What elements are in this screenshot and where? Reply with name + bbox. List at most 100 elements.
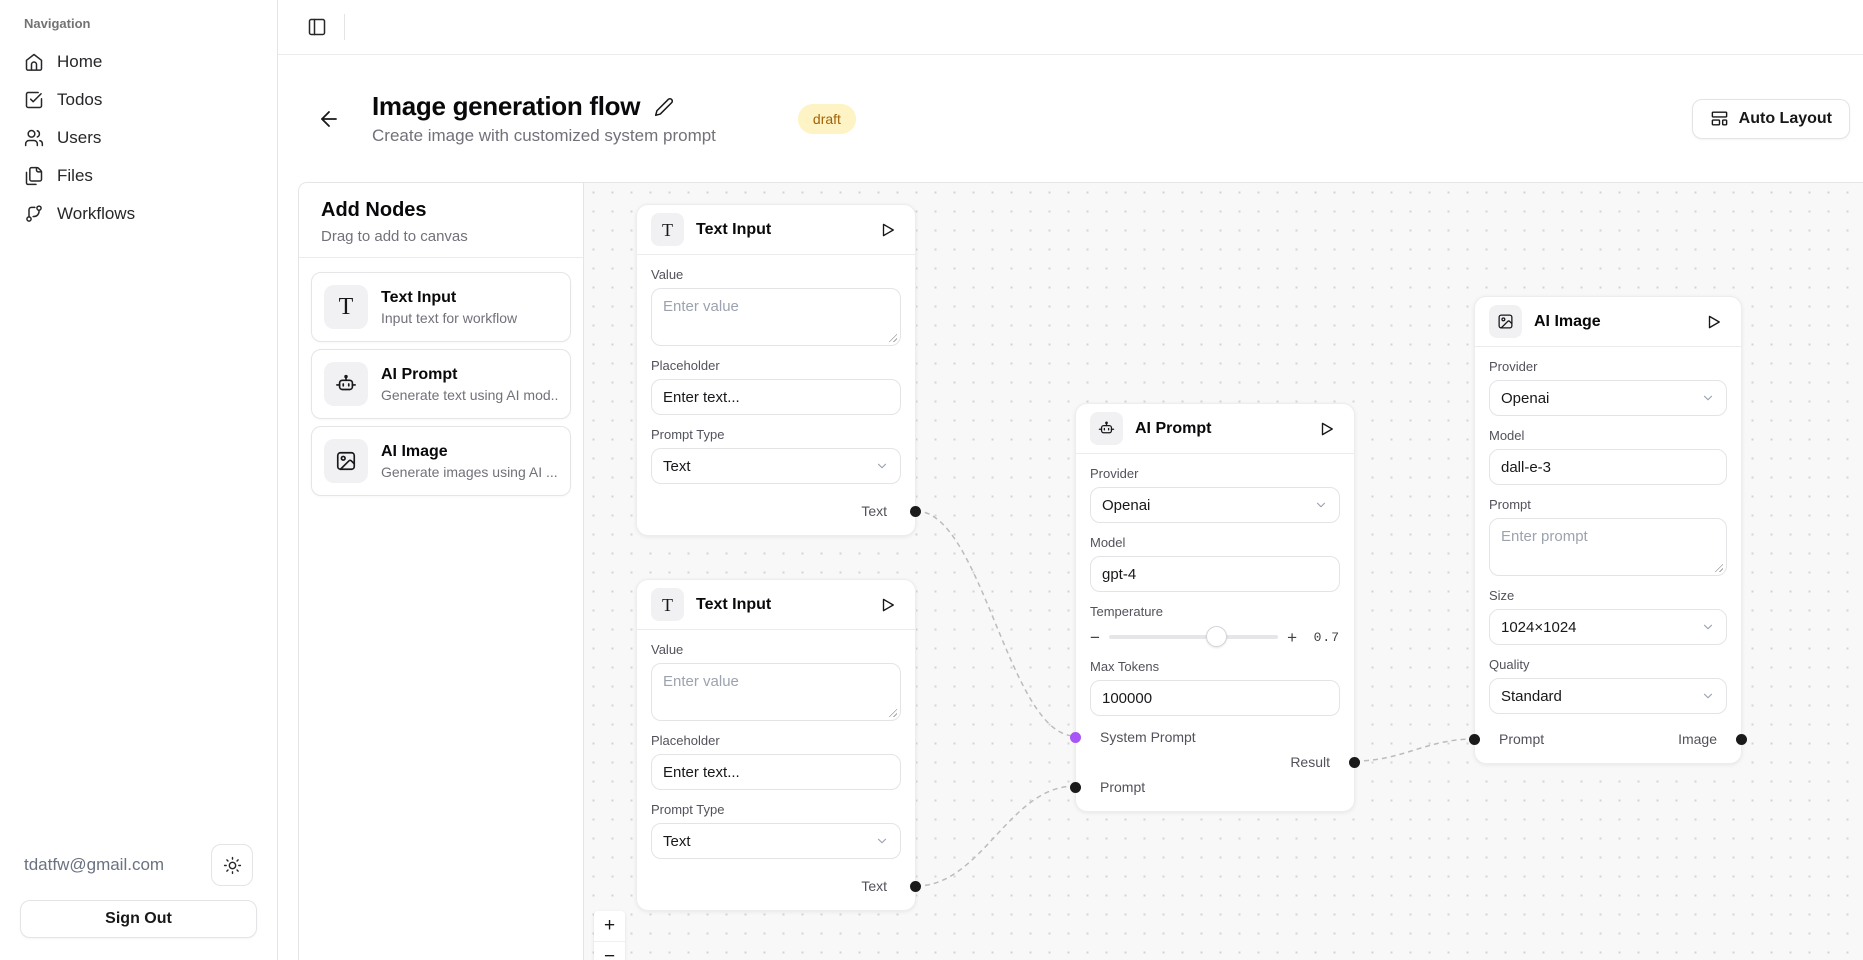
nav-section-label: Navigation: [24, 16, 253, 31]
sign-out-button[interactable]: Sign Out: [20, 900, 257, 938]
image-icon: [1489, 305, 1522, 338]
slider-decrease-button[interactable]: −: [1090, 629, 1100, 646]
back-button[interactable]: [312, 102, 346, 136]
add-nodes-panel: Add Nodes Drag to add to canvas T Text I…: [299, 183, 584, 960]
zoom-controls: + −: [594, 911, 625, 960]
input-handle-system-prompt[interactable]: [1070, 732, 1081, 743]
field-label: Quality: [1489, 657, 1727, 673]
run-node-button[interactable]: [875, 217, 901, 243]
auto-layout-label: Auto Layout: [1739, 110, 1832, 128]
theme-toggle-button[interactable]: [211, 844, 253, 886]
node-header: T Text Input: [637, 580, 915, 630]
add-nodes-title: Add Nodes: [321, 199, 561, 222]
chevron-down-icon: [875, 834, 889, 848]
sidebar-item-home[interactable]: Home: [12, 43, 265, 81]
sidebar-item-label: Files: [57, 166, 93, 186]
sidebar-toggle-button[interactable]: [302, 12, 332, 42]
sidebar-item-label: Workflows: [57, 204, 135, 224]
edge-text1-to-systemprompt: [916, 511, 1075, 736]
field-label: Prompt Type: [651, 802, 901, 818]
play-icon: [1705, 313, 1723, 331]
field-label: Model: [1090, 535, 1340, 551]
bot-icon: [324, 362, 368, 406]
slider-increase-button[interactable]: +: [1287, 629, 1297, 646]
provider-select[interactable]: Openai: [1090, 487, 1340, 523]
topbar-separator: [344, 14, 345, 40]
sidebar-item-todos[interactable]: Todos: [12, 81, 265, 119]
output-handle-image[interactable]: [1736, 734, 1747, 745]
run-node-button[interactable]: [1701, 309, 1727, 335]
sidebar-item-users[interactable]: Users: [12, 119, 265, 157]
panel-left-icon: [307, 17, 327, 37]
chevron-down-icon: [1701, 620, 1715, 634]
output-handle-result[interactable]: [1349, 757, 1360, 768]
node-text-input-1[interactable]: T Text Input Value Placeholder Prompt Ty…: [636, 204, 916, 536]
placeholder-input[interactable]: [651, 379, 901, 415]
node-title: Text Input: [696, 596, 863, 614]
sidebar-item-label: Home: [57, 52, 102, 72]
input-row-prompt: Prompt: [1090, 774, 1340, 799]
run-node-button[interactable]: [1314, 416, 1340, 442]
node-text-input-2[interactable]: T Text Input Value Placeholder Prompt Ty…: [636, 579, 916, 911]
play-icon: [879, 596, 897, 614]
quality-select[interactable]: Standard: [1489, 678, 1727, 714]
palette-card-description: Generate text using AI mod...: [381, 387, 558, 403]
output-handle-text[interactable]: [910, 881, 921, 892]
node-ai-prompt[interactable]: AI Prompt Provider Openai Model T: [1075, 403, 1355, 812]
field-label: Placeholder: [651, 358, 901, 374]
input-row-system-prompt: System Prompt: [1090, 724, 1340, 749]
slider-knob[interactable]: [1206, 626, 1227, 647]
main-area: Image generation flow Create image with …: [278, 0, 1863, 960]
play-icon: [879, 221, 897, 239]
field-label: Prompt: [1489, 497, 1727, 513]
provider-select[interactable]: Openai: [1489, 380, 1727, 416]
placeholder-input[interactable]: [651, 754, 901, 790]
node-header: T Text Input: [637, 205, 915, 255]
field-label: Provider: [1090, 466, 1340, 482]
model-input[interactable]: [1489, 449, 1727, 485]
sidebar-item-files[interactable]: Files: [12, 157, 265, 195]
edge-text2-to-prompt: [916, 786, 1075, 886]
node-ai-image[interactable]: AI Image Provider Openai Model Pr: [1474, 296, 1742, 764]
zoom-out-button[interactable]: −: [594, 942, 625, 960]
value-textarea[interactable]: [651, 288, 901, 346]
workflows-icon: [24, 204, 44, 224]
input-handle-prompt[interactable]: [1469, 734, 1480, 745]
input-handle-prompt[interactable]: [1070, 782, 1081, 793]
palette-card-text-input[interactable]: T Text Input Input text for workflow: [311, 272, 571, 342]
palette-card-ai-image[interactable]: AI Image Generate images using AI ...: [311, 426, 571, 496]
prompt-type-select[interactable]: Text: [651, 448, 901, 484]
text-input-icon: T: [651, 588, 684, 621]
field-label: Value: [651, 642, 901, 658]
prompt-textarea[interactable]: [1489, 518, 1727, 576]
add-nodes-subtitle: Drag to add to canvas: [321, 228, 561, 245]
sidebar-item-workflows[interactable]: Workflows: [12, 195, 265, 233]
status-badge: draft: [798, 104, 856, 134]
flow-canvas[interactable]: T Text Input Value Placeholder Prompt Ty…: [584, 183, 1863, 960]
output-handle-text[interactable]: [910, 506, 921, 517]
field-label: Prompt Type: [651, 427, 901, 443]
model-input[interactable]: [1090, 556, 1340, 592]
node-title: Text Input: [696, 221, 863, 239]
zoom-in-button[interactable]: +: [594, 911, 625, 942]
field-label: Placeholder: [651, 733, 901, 749]
size-select[interactable]: 1024×1024: [1489, 609, 1727, 645]
max-tokens-input[interactable]: [1090, 680, 1340, 716]
topbar: [278, 0, 1863, 55]
palette-card-title: Text Input: [381, 289, 517, 307]
auto-layout-button[interactable]: Auto Layout: [1692, 99, 1850, 139]
palette-card-ai-prompt[interactable]: AI Prompt Generate text using AI mod...: [311, 349, 571, 419]
prompt-type-select[interactable]: Text: [651, 823, 901, 859]
value-textarea[interactable]: [651, 663, 901, 721]
user-email: tdatfw@gmail.com: [24, 855, 164, 875]
edit-title-button[interactable]: [654, 97, 674, 117]
sidebar-item-label: Todos: [57, 90, 102, 110]
run-node-button[interactable]: [875, 592, 901, 618]
temperature-slider[interactable]: [1109, 635, 1278, 639]
layout-icon: [1710, 109, 1729, 128]
user-row: tdatfw@gmail.com: [20, 844, 257, 900]
palette-card-title: AI Image: [381, 443, 558, 461]
play-icon: [1318, 420, 1336, 438]
palette-card-title: AI Prompt: [381, 366, 558, 384]
sidebar-footer: tdatfw@gmail.com Sign Out: [0, 828, 277, 960]
